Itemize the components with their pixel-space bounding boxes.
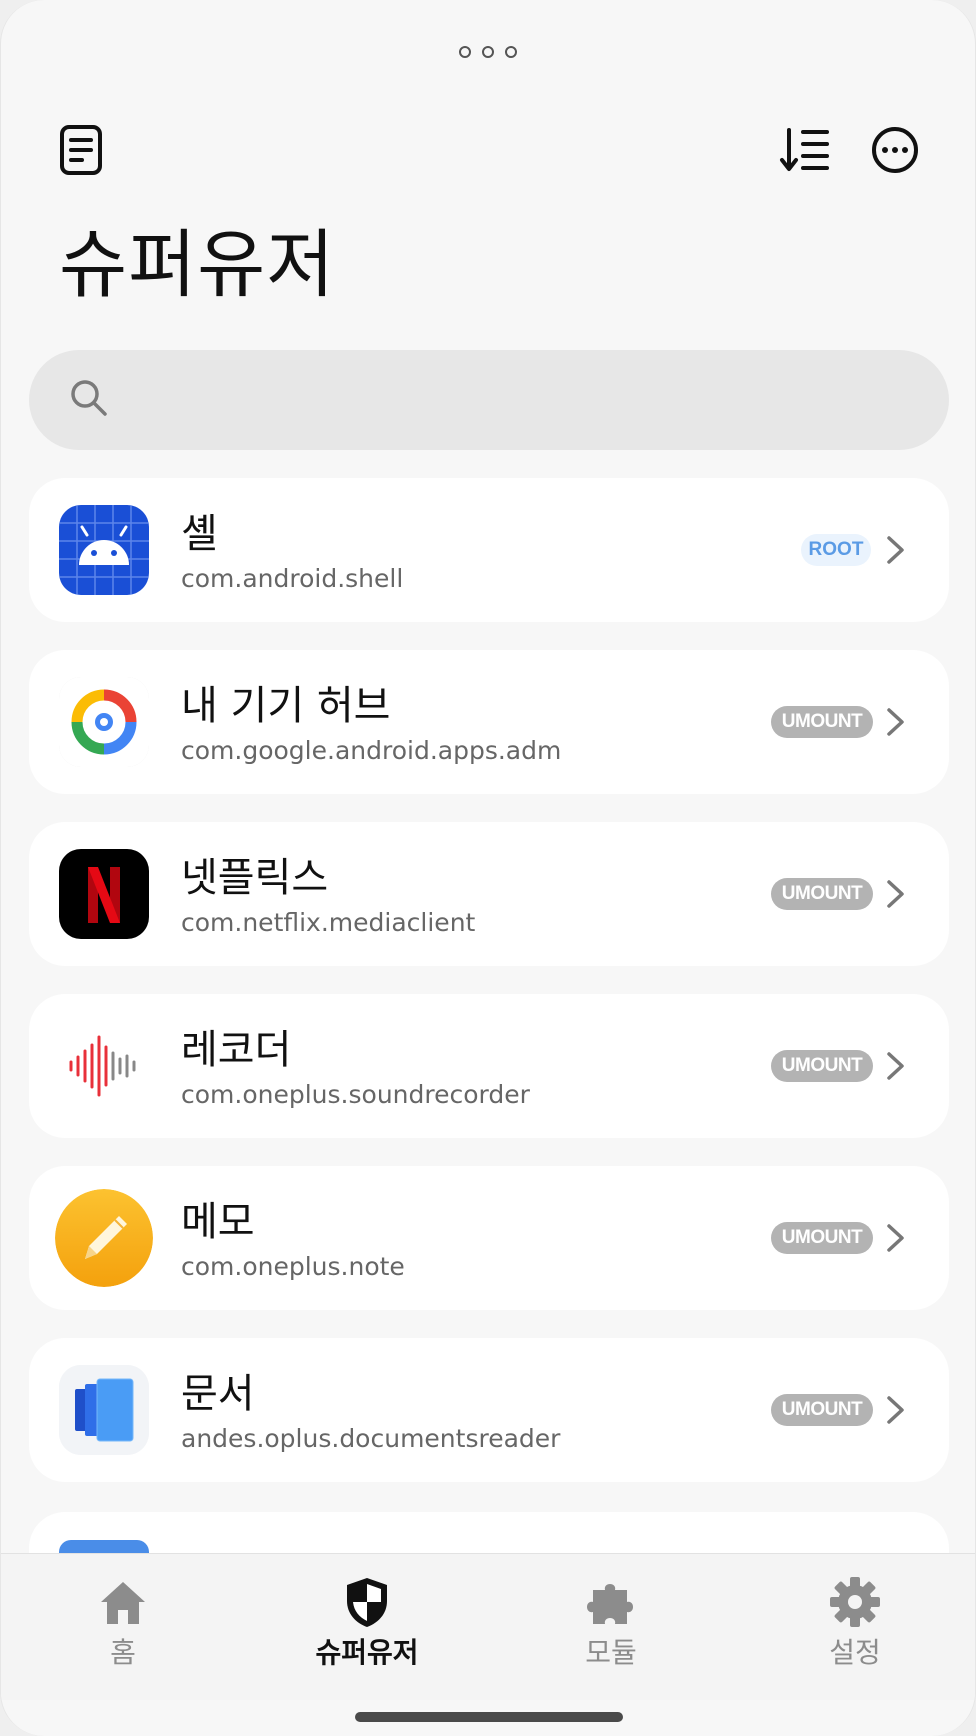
nav-label: 슈퍼유저 [315,1636,419,1669]
home-icon [101,1582,145,1624]
app-package: com.google.android.apps.adm [181,736,562,765]
search-bar[interactable] [29,350,949,450]
app-list-item[interactable]: 문서 andes.oplus.documentsreader UMOUNT [29,1338,949,1482]
document-icon[interactable] [51,120,111,180]
app-package: com.oneplus.note [181,1252,405,1281]
android-shell-icon [59,505,149,595]
app-name: 문서 [181,1371,255,1417]
device-hub-icon [59,677,149,767]
app-list-item[interactable]: 내 기기 허브 com.google.android.apps.adm UMOU… [29,650,949,794]
app-list-item[interactable]: 넷플릭스 com.netflix.mediaclient UMOUNT [29,822,949,966]
memo-icon [55,1189,153,1287]
chevron-right-icon [887,536,904,564]
status-badge: UMOUNT [771,1222,873,1254]
chevron-right-icon [887,1224,904,1252]
app-list-item[interactable]: 레코더 com.oneplus.soundrecorder UMOUNT [29,994,949,1138]
recorder-icon [59,1021,149,1111]
nav-label: 모듈 [585,1636,637,1669]
chevron-right-icon [887,1396,904,1424]
nav-item-modules[interactable]: 모듈 [511,1564,711,1684]
status-badge: UMOUNT [771,878,873,910]
app-name: 레코더 [181,1027,292,1073]
app-package: andes.oplus.documentsreader [181,1424,561,1453]
app-list-item[interactable]: 셸 com.android.shell ROOT [29,478,949,622]
netflix-icon [59,849,149,939]
app-list-item[interactable]: 메모 com.oneplus.note UMOUNT [29,1166,949,1310]
documents-icon [59,1365,149,1455]
app-name: 메모 [181,1199,255,1245]
nav-label: 설정 [829,1636,881,1669]
gear-icon [830,1577,880,1627]
chevron-right-icon [887,880,904,908]
app-name: 셸 [181,511,218,557]
nav-item-superuser[interactable]: 슈퍼유저 [267,1564,467,1684]
status-badge: UMOUNT [771,1394,873,1426]
status-badge: UMOUNT [771,706,873,738]
nav-item-home[interactable]: 홈 [23,1564,223,1684]
more-dots-indicator[interactable] [459,46,517,58]
bottom-navigation: 홈 슈퍼유저 모듈 설정 [1,1553,975,1700]
app-name: 넷플릭스 [181,855,329,901]
status-badge: UMOUNT [771,1050,873,1082]
more-icon[interactable] [865,120,925,180]
superuser-screen: 슈퍼유저 셸 com.android.shell ROOT 내 기기 허브 co… [0,0,976,1736]
chevron-right-icon [887,708,904,736]
home-indicator[interactable] [355,1712,623,1722]
search-input[interactable] [131,381,895,419]
nav-item-settings[interactable]: 설정 [755,1564,955,1684]
status-badge: ROOT [801,534,871,566]
nav-label: 홈 [110,1636,136,1669]
puzzle-icon [587,1584,633,1624]
shield-icon [347,1578,387,1627]
app-name: 내 기기 허브 [181,683,391,729]
chevron-right-icon [887,1052,904,1080]
app-package: com.netflix.mediaclient [181,908,476,937]
app-package: com.oneplus.soundrecorder [181,1080,530,1109]
search-icon [69,378,109,422]
sort-icon[interactable] [775,120,835,180]
page-title: 슈퍼유저 [59,222,336,308]
app-package: com.android.shell [181,564,404,593]
